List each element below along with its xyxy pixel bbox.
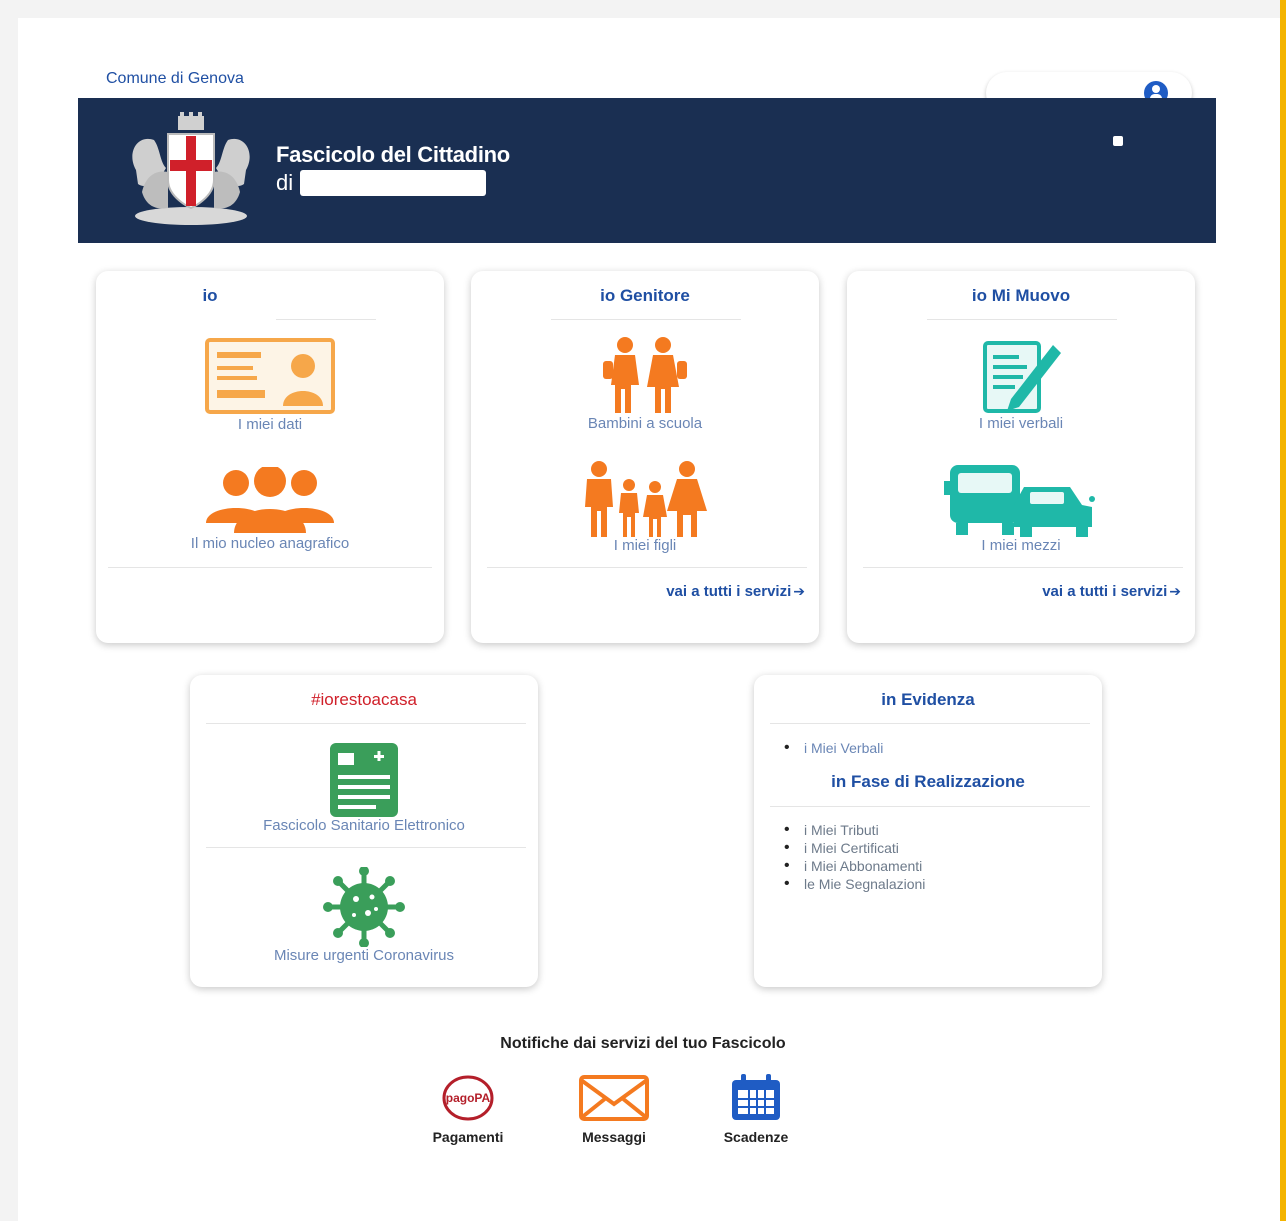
list-item: le Mie Segnalazioni (784, 875, 925, 893)
service-label: I miei figli (613, 537, 677, 554)
notifica-label: Scadenze (723, 1129, 789, 1145)
service-label: Bambini a scuola (587, 415, 703, 432)
service-miei-figli[interactable]: I miei figli (471, 461, 819, 554)
card-title: io (202, 286, 218, 305)
divider (206, 723, 526, 724)
divider (487, 567, 807, 568)
header-dot (1113, 136, 1123, 146)
card-io-mi-muovo: io Mi Muovo I miei verbali I miei mezzi … (847, 271, 1195, 643)
card-iorestoacasa: #iorestoacasa Fascicolo Sanitario Elettr… (190, 675, 538, 987)
divider (863, 567, 1183, 568)
children-icon (585, 461, 707, 537)
divider (206, 847, 526, 848)
card-title: io Mi Muovo (971, 286, 1071, 305)
list-item: i Miei Abbonamenti (784, 857, 925, 875)
service-label: I miei verbali (978, 415, 1064, 432)
pagopa-icon: pagoPA (442, 1075, 494, 1121)
more-label: vai a tutti i servizi (666, 583, 792, 600)
comune-link[interactable]: Comune di Genova (106, 70, 244, 88)
service-label: Il mio nucleo anagrafico (190, 535, 350, 552)
id-card-icon (205, 338, 335, 414)
service-miei-mezzi[interactable]: I miei mezzi (847, 461, 1195, 554)
list-item: i Miei Certificati (784, 839, 925, 857)
virus-icon (323, 867, 405, 947)
more-services-link[interactable]: vai a tutti i servizi ➔ (666, 583, 805, 600)
list-item: i Miei Tributi (784, 821, 925, 839)
owner-name-redacted (300, 170, 486, 196)
section-subtitle: in Fase di Realizzazione (831, 772, 1025, 791)
evidenza-link[interactable]: i Miei Verbali (804, 740, 883, 756)
divider (108, 567, 432, 568)
calendar-icon (732, 1074, 780, 1120)
children-school-icon (603, 337, 687, 413)
service-miei-verbali[interactable]: I miei verbali (847, 335, 1195, 432)
envelope-icon (579, 1075, 649, 1121)
service-misure-coronavirus[interactable]: Misure urgenti Coronavirus (190, 867, 538, 964)
service-label: Fascicolo Sanitario Elettronico (263, 817, 465, 834)
header-banner: Fascicolo del Cittadino di (78, 98, 1216, 243)
more-label: vai a tutti i servizi (1042, 583, 1168, 600)
card-title: #iorestoacasa (311, 690, 417, 709)
service-nucleo-anagrafico[interactable]: Il mio nucleo anagrafico (96, 467, 444, 552)
divider (770, 806, 1090, 807)
divider (927, 319, 1117, 320)
owner-prefix: di (276, 170, 294, 195)
genova-crest-logo (132, 112, 250, 225)
service-label: Misure urgenti Coronavirus (273, 947, 455, 964)
service-label: I miei mezzi (981, 537, 1061, 554)
evidenza-list: i Miei Verbali (784, 739, 883, 757)
vehicles-icon (944, 465, 1095, 537)
service-label: I miei dati (237, 416, 303, 433)
card-title: io Genitore (600, 286, 690, 305)
card-in-evidenza: in Evidenza i Miei Verbali in Fase di Re… (754, 675, 1102, 987)
notifiche-title: Notifiche dai servizi del tuo Fascicolo (500, 1035, 786, 1052)
notifica-label: Messaggi (582, 1129, 646, 1145)
more-services-link[interactable]: vai a tutti i servizi ➔ (1042, 583, 1181, 600)
service-fascicolo-sanitario[interactable]: Fascicolo Sanitario Elettronico (190, 743, 538, 834)
notifica-pagamenti[interactable]: pagoPA Pagamenti (418, 1074, 518, 1145)
divider (276, 319, 376, 320)
divider (770, 723, 1090, 724)
arrow-right-icon: ➔ (1169, 583, 1181, 599)
card-io: io I miei dati Il mio nucleo anagrafico (96, 271, 444, 643)
svg-text:pagoPA: pagoPA (446, 1091, 491, 1105)
arrow-right-icon: ➔ (793, 583, 805, 599)
realizzazione-list: i Miei Tributi i Miei Certificati i Miei… (784, 821, 925, 893)
service-bambini-scuola[interactable]: Bambini a scuola (471, 335, 819, 432)
service-miei-dati[interactable]: I miei dati (96, 338, 444, 433)
notifica-label: Pagamenti (432, 1129, 504, 1145)
health-record-icon (330, 743, 398, 817)
notifica-scadenze[interactable]: Scadenze (706, 1074, 806, 1145)
family-group-icon (206, 467, 334, 533)
card-io-genitore: io Genitore Bambini a scuola I miei figl… (471, 271, 819, 643)
list-item[interactable]: i Miei Verbali (784, 739, 883, 757)
document-pen-icon (983, 341, 1061, 413)
notifica-messaggi[interactable]: Messaggi (564, 1074, 664, 1145)
page-title: Fascicolo del Cittadino (276, 142, 510, 167)
divider (551, 319, 741, 320)
card-title: in Evidenza (881, 690, 975, 709)
